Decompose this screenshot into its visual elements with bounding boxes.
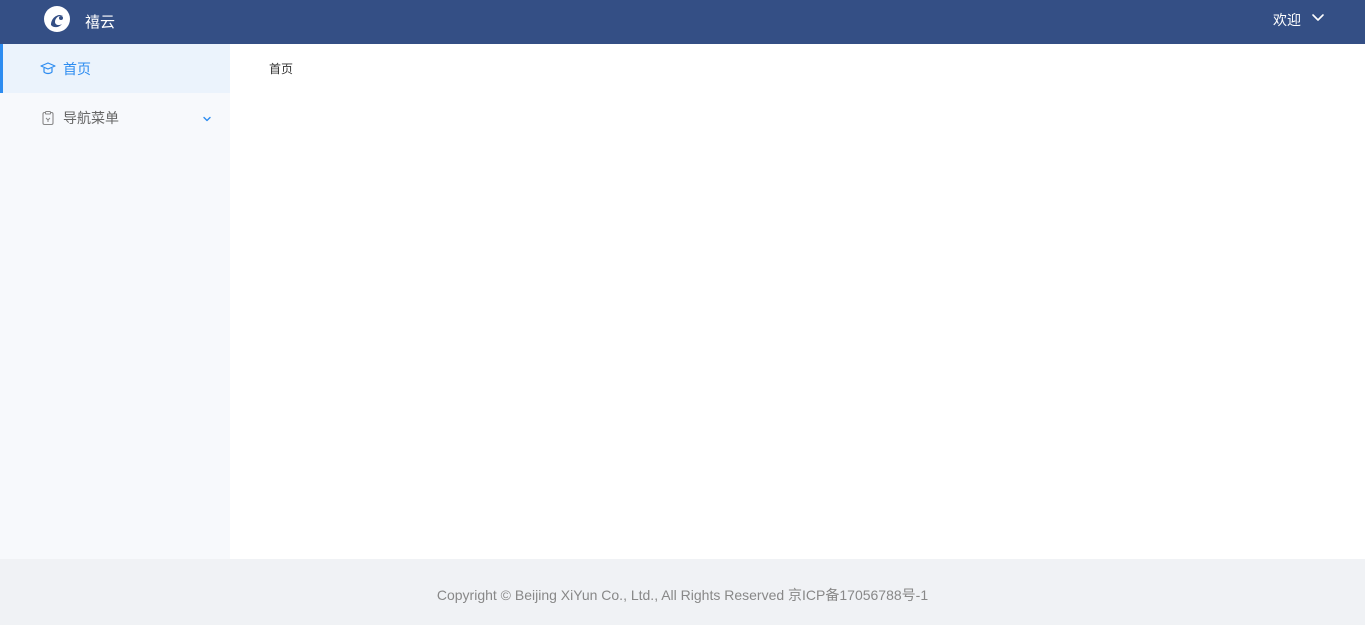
sidebar: 首页 导航菜单 bbox=[0, 44, 230, 559]
copyright-text: Copyright © Beijing XiYun Co., Ltd., All… bbox=[436, 587, 929, 603]
clipboard-icon bbox=[40, 110, 56, 126]
main-content: 首页 bbox=[230, 44, 1365, 559]
top-navbar: 禧云 欢迎 bbox=[0, 0, 1365, 44]
sidebar-item-nav-menu[interactable]: 导航菜单 bbox=[0, 93, 230, 142]
chevron-down-icon bbox=[201, 112, 213, 124]
sidebar-item-label: 首页 bbox=[63, 60, 91, 77]
breadcrumb: 首页 bbox=[269, 62, 294, 76]
chevron-down-icon bbox=[1311, 11, 1325, 30]
sidebar-item-label: 导航菜单 bbox=[63, 109, 119, 126]
graduation-cap-icon bbox=[40, 61, 56, 77]
sidebar-item-home[interactable]: 首页 bbox=[0, 44, 230, 93]
user-menu[interactable]: 欢迎 bbox=[1273, 0, 1325, 40]
brand-name: 禧云 bbox=[85, 14, 116, 31]
brand-logo-icon[interactable] bbox=[43, 5, 71, 33]
footer: Copyright © Beijing XiYun Co., Ltd., All… bbox=[0, 559, 1365, 625]
welcome-label: 欢迎 bbox=[1273, 12, 1301, 28]
